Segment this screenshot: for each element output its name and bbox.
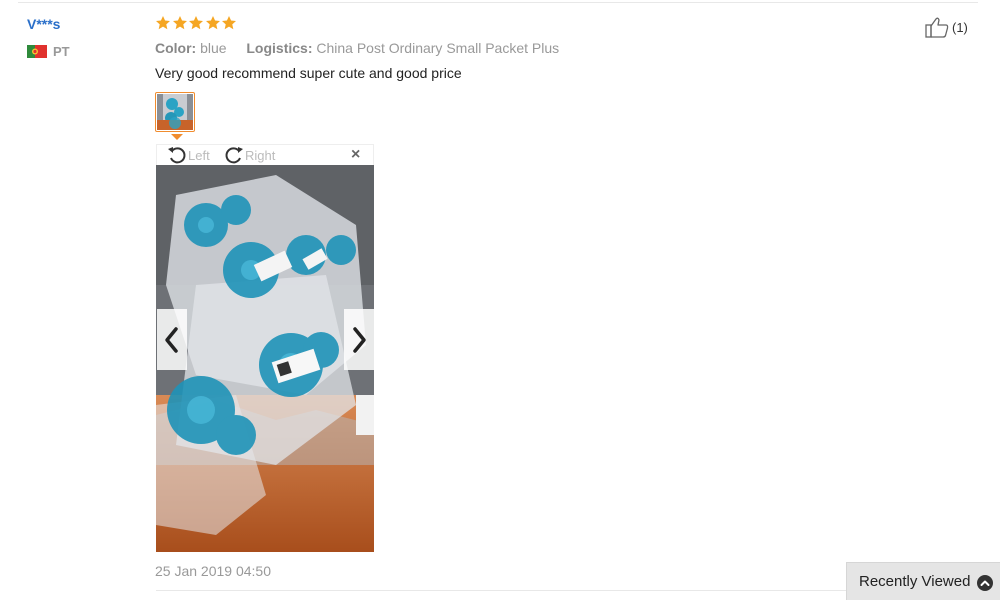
recently-viewed-label: Recently Viewed (859, 573, 971, 590)
rotate-left-label: Left (188, 147, 210, 163)
review-photo-thumbnail[interactable] (155, 92, 195, 132)
recently-viewed-tab[interactable]: Recently Viewed (846, 562, 1000, 600)
logistics-label: Logistics: (246, 40, 313, 56)
helpful-count: (1) (952, 19, 968, 35)
star-icon (205, 16, 220, 30)
thumbnail-pointer (171, 134, 183, 140)
chevron-left-icon (165, 326, 178, 353)
portugal-flag-icon (27, 44, 47, 58)
photo-viewer-toolbar: Left Right × (156, 144, 374, 165)
review-photo-large (156, 165, 374, 552)
chevron-right-icon (353, 326, 366, 353)
star-icon (172, 16, 187, 30)
bottom-divider (156, 590, 846, 591)
country-code: PT (53, 43, 70, 59)
color-label: Color: (155, 40, 197, 56)
logistics-value: China Post Ordinary Small Packet Plus (316, 40, 560, 56)
top-divider (18, 2, 978, 3)
rotate-left-icon (168, 147, 186, 164)
star-icon (222, 16, 236, 30)
color-value: blue (200, 40, 227, 56)
star-icon (156, 16, 170, 30)
rotate-left-button[interactable]: Left (167, 145, 210, 165)
rotate-right-label: Right (245, 147, 276, 163)
previous-photo-button[interactable] (157, 309, 187, 370)
rotate-right-button[interactable]: Right (224, 145, 275, 165)
next-photo-button[interactable] (344, 309, 374, 370)
thumbs-up-icon (925, 17, 949, 38)
review-text: Very good recommend super cute and good … (155, 65, 462, 81)
order-properties: Color: blue Logistics: China Post Ordina… (155, 40, 559, 56)
thumbnail-image (157, 94, 193, 130)
rating-stars (155, 15, 238, 31)
reviewer-name[interactable]: V***s (27, 16, 60, 32)
chevron-up-icon (977, 575, 993, 591)
close-viewer-button[interactable]: × (351, 146, 360, 164)
review-date: 25 Jan 2019 04:50 (155, 563, 271, 579)
helpful-button[interactable]: (1) (925, 16, 968, 38)
rotate-right-icon (225, 147, 243, 164)
star-icon (189, 16, 203, 30)
reviewer-country: PT (27, 43, 70, 59)
